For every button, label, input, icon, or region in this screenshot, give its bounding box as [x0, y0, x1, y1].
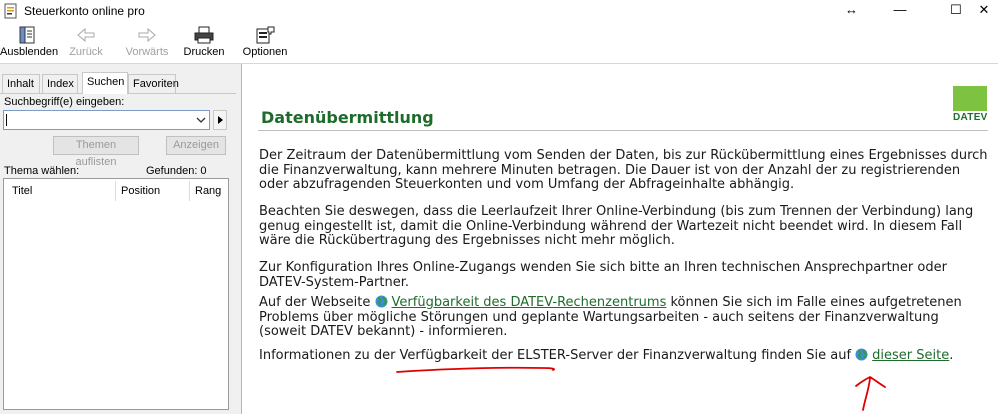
- para5-text-before: Informationen zu der Verfügbarkeit der E…: [259, 348, 852, 363]
- page-title: Datenübermittlung: [261, 108, 434, 127]
- tab-search[interactable]: Suchen: [82, 72, 128, 94]
- tab-index[interactable]: Index: [42, 74, 78, 94]
- column-separator[interactable]: [115, 181, 116, 201]
- options-icon: [256, 26, 275, 44]
- navigation-pane: Inhalt Index Suchen Favoriten Suchbegrif…: [0, 64, 236, 414]
- paragraph-idle-time: Beachten Sie deswegen, dass die Leerlauf…: [259, 204, 974, 248]
- results-list[interactable]: Titel Position Rang: [3, 178, 229, 410]
- globe-icon: [855, 348, 868, 361]
- column-rank[interactable]: Rang: [195, 185, 221, 197]
- forward-button[interactable]: Vorwärts: [122, 26, 172, 62]
- search-combobox[interactable]: [3, 110, 210, 130]
- back-label: Zurück: [69, 46, 103, 58]
- datev-logo: DATEV: [953, 86, 988, 123]
- printer-icon: [194, 26, 214, 44]
- close-button[interactable]: ✕: [970, 0, 998, 22]
- paragraph-duration: Der Zeitraum der Datenübermittlung vom S…: [259, 148, 988, 192]
- options-button[interactable]: Optionen: [242, 26, 288, 62]
- print-label: Drucken: [183, 46, 225, 58]
- hide-button[interactable]: Ausblenden: [0, 26, 59, 62]
- datev-availability-link[interactable]: Verfügbarkeit des DATEV-Rechenzentrums: [392, 295, 667, 310]
- para4-text-before: Auf der Webseite: [259, 295, 371, 310]
- resize-icon: ↔: [845, 2, 858, 17]
- column-separator[interactable]: [189, 181, 190, 201]
- title-divider: [258, 130, 988, 131]
- globe-icon: [375, 295, 388, 308]
- hide-icon: [19, 26, 35, 44]
- elster-page-link[interactable]: dieser Seite: [872, 348, 949, 363]
- paragraph-datev-availability: Auf der Webseite Verfügbarkeit des DATEV…: [259, 295, 989, 340]
- tab-favorites[interactable]: Favoriten: [128, 74, 179, 94]
- search-input[interactable]: [7, 113, 187, 127]
- help-content: DATEV Datenübermittlung Der Zeitraum der…: [243, 64, 998, 414]
- tab-contents[interactable]: Inhalt: [2, 74, 40, 94]
- minimize-button[interactable]: —: [880, 0, 920, 22]
- search-label: Suchbegriff(e) eingeben:: [4, 96, 125, 108]
- para5-text-after: .: [949, 348, 954, 363]
- column-title[interactable]: Titel: [12, 185, 32, 197]
- back-button[interactable]: Zurück: [64, 26, 108, 62]
- paragraph-configuration: Zur Konfiguration Ihres Online-Zugangs w…: [259, 260, 947, 290]
- nav-tabs: Inhalt Index Suchen Favoriten: [0, 72, 236, 94]
- paragraph-elster-availability: Informationen zu der Verfügbarkeit der E…: [259, 348, 989, 364]
- choose-topic-label: Thema wählen:: [4, 165, 80, 177]
- options-label: Optionen: [242, 46, 288, 58]
- go-arrow-button[interactable]: [213, 110, 227, 130]
- toolbar: Ausblenden Zurück Vorwärts Drucken Optio…: [0, 22, 998, 64]
- forward-arrow-icon: [138, 27, 156, 43]
- forward-label: Vorwärts: [125, 46, 169, 58]
- pane-splitter[interactable]: [236, 64, 242, 414]
- column-position[interactable]: Position: [121, 185, 160, 197]
- dropdown-chevron-icon[interactable]: [195, 114, 207, 126]
- list-topics-button[interactable]: Themen auflisten: [53, 136, 139, 168]
- show-button[interactable]: Anzeigen: [166, 136, 226, 155]
- window-title: Steuerkonto online pro: [24, 4, 145, 18]
- print-button[interactable]: Drucken: [182, 26, 226, 62]
- title-bar: Steuerkonto online pro ↔ — ☐ ✕: [0, 0, 998, 22]
- found-count: Gefunden: 0: [146, 165, 207, 177]
- logo-text: DATEV: [953, 112, 988, 123]
- hide-label: Ausblenden: [0, 46, 59, 58]
- back-arrow-icon: [77, 27, 95, 43]
- app-icon: [4, 3, 17, 19]
- logo-square: [953, 86, 987, 111]
